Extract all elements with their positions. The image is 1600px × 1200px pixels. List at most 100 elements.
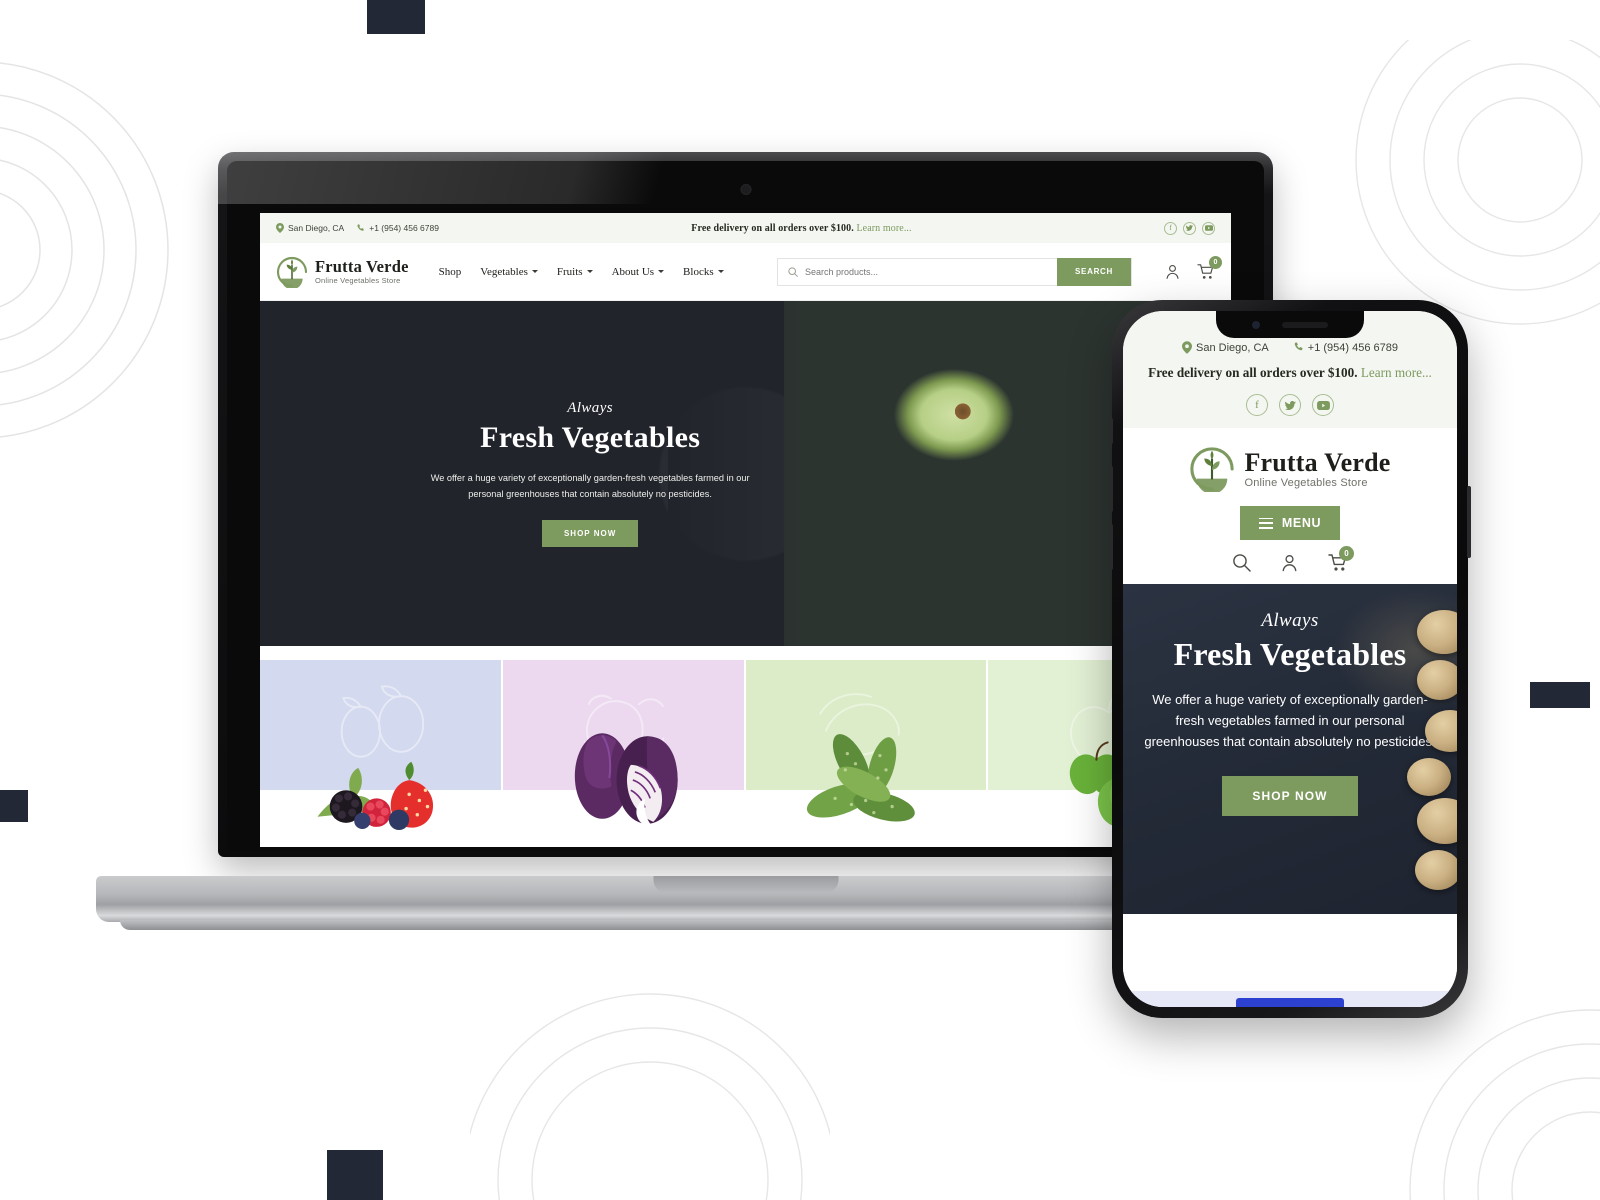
- hero-content: Always Fresh Vegetables We offer a huge …: [260, 301, 920, 646]
- mobile-icon-row: 0: [1232, 546, 1354, 572]
- youtube-icon[interactable]: [1202, 221, 1215, 235]
- mobile-promo-text: Free delivery on all orders over $100.: [1148, 365, 1358, 380]
- cart-count-badge: 0: [1339, 546, 1354, 562]
- facebook-icon[interactable]: f: [1246, 394, 1268, 417]
- nav-label: Fruits: [556, 265, 583, 278]
- phone-device-mockup: San Diego, CA +1 (954) 456 6789 Free del…: [1109, 300, 1471, 1018]
- location-item: San Diego, CA: [276, 223, 344, 233]
- decorative-square-left: [0, 790, 28, 822]
- mobile-brand-logo[interactable]: Frutta Verde Online Vegetables Store: [1189, 446, 1391, 493]
- nav-item-vegetables[interactable]: Vegetables: [480, 266, 538, 278]
- category-card-berries[interactable]: [260, 660, 501, 835]
- nav-item-blocks[interactable]: Blocks: [683, 266, 724, 278]
- brand-name: Frutta Verde: [315, 257, 409, 277]
- category-card-cucumbers[interactable]: [745, 660, 987, 835]
- home-indicator: [1123, 991, 1457, 1007]
- category-card-red-cabbage[interactable]: [502, 660, 744, 835]
- search-bar: SEARCH: [777, 257, 1132, 286]
- facebook-icon[interactable]: f: [1164, 221, 1177, 235]
- promo-learn-more-link[interactable]: Learn more...: [856, 223, 911, 234]
- hero-lead: We offer a huge variety of exceptionally…: [430, 473, 750, 499]
- mobile-location-text: San Diego, CA: [1196, 341, 1269, 354]
- hero-shop-now-button[interactable]: SHOP NOW: [541, 519, 639, 547]
- phone-text: +1 (954) 456 6789: [369, 223, 439, 233]
- twitter-icon[interactable]: [1279, 394, 1301, 417]
- potato-image: [1415, 850, 1457, 891]
- search-icon[interactable]: [1232, 553, 1251, 572]
- phone-icon: [356, 223, 365, 233]
- laptop-screen-viewport: San Diego, CA +1 (954) 456 6789 Free del…: [260, 213, 1231, 847]
- chevron-down-icon: [717, 270, 724, 273]
- cart-count-badge: 0: [1209, 256, 1222, 269]
- location-pin-icon: [276, 223, 284, 233]
- search-input[interactable]: [805, 266, 1058, 277]
- mobile-brand-row: Frutta Verde Online Vegetables Store MEN…: [1123, 428, 1457, 585]
- mobile-social-links: f: [1137, 394, 1443, 417]
- hamburger-icon: [1258, 517, 1273, 529]
- chevron-down-icon: [586, 270, 593, 273]
- nav-label: Blocks: [683, 265, 714, 278]
- hero-eyebrow: Always: [567, 400, 613, 417]
- cucumbers-image: [807, 734, 915, 822]
- earpiece-speaker: [1282, 321, 1328, 328]
- category-strip: [260, 646, 1231, 835]
- twitter-icon[interactable]: [1183, 221, 1196, 235]
- promo-banner: Free delivery on all orders over $100. L…: [439, 223, 1164, 234]
- mobile-hero-eyebrow: Always: [1261, 610, 1319, 632]
- mobile-hero-lead: We offer a huge variety of exceptionally…: [1144, 692, 1436, 750]
- potato-image: [1417, 798, 1457, 845]
- main-menu: Shop Vegetables Fruits About Us Blocks: [439, 266, 724, 278]
- chevron-down-icon: [658, 270, 665, 273]
- leaf-logo-icon: [1190, 447, 1235, 493]
- cart-icon[interactable]: 0: [1197, 256, 1222, 280]
- mobile-phone-item[interactable]: +1 (954) 456 6789: [1293, 341, 1398, 354]
- decorative-square-top: [367, 0, 425, 34]
- decorative-square-bottom: [327, 1150, 383, 1200]
- mobile-phone-text: +1 (954) 456 6789: [1307, 341, 1398, 354]
- webcam-icon: [740, 184, 751, 195]
- hero-title: Fresh Vegetables: [480, 421, 701, 455]
- phone-icon: [1293, 342, 1304, 353]
- youtube-icon[interactable]: [1312, 394, 1334, 417]
- search-icon: [788, 266, 798, 277]
- nav-label: Shop: [438, 265, 462, 278]
- decorative-square-right: [1530, 682, 1590, 708]
- nav-item-shop[interactable]: Shop: [439, 266, 462, 278]
- location-pin-icon: [1182, 341, 1192, 354]
- mobile-promo-learn-more-link[interactable]: Learn more...: [1361, 365, 1432, 380]
- search-button[interactable]: SEARCH: [1057, 257, 1131, 286]
- phone-silent-switch[interactable]: [1109, 418, 1113, 444]
- mobile-hero-title: Fresh Vegetables: [1173, 636, 1407, 673]
- location-text: San Diego, CA: [288, 223, 345, 233]
- phone-volume-up-button[interactable]: [1109, 466, 1113, 512]
- front-camera-icon: [1252, 320, 1260, 329]
- nav-label: About Us: [611, 265, 655, 278]
- nav-item-fruits[interactable]: Fruits: [557, 266, 593, 278]
- brand-tagline: Online Vegetables Store: [315, 275, 401, 285]
- social-links: f: [1164, 221, 1215, 235]
- mockup-stage: San Diego, CA +1 (954) 456 6789 Free del…: [0, 0, 1600, 1200]
- phone-item[interactable]: +1 (954) 456 6789: [356, 223, 439, 233]
- mobile-brand-tagline: Online Vegetables Store: [1244, 476, 1368, 489]
- phone-volume-down-button[interactable]: [1109, 524, 1113, 570]
- decorative-rings-topleft: [0, 62, 169, 438]
- mobile-menu-button[interactable]: MENU: [1240, 506, 1340, 541]
- phone-power-button[interactable]: [1467, 486, 1471, 558]
- cart-icon[interactable]: 0: [1328, 546, 1354, 572]
- desktop-navbar: Frutta Verde Online Vegetables Store Sho…: [260, 243, 1231, 301]
- desktop-hero-section: Always Fresh Vegetables We offer a huge …: [260, 301, 1231, 646]
- nav-label: Vegetables: [480, 265, 528, 278]
- leaf-logo-icon: [276, 256, 308, 288]
- nav-item-about-us[interactable]: About Us: [611, 265, 665, 278]
- mobile-hero-shop-now-button[interactable]: SHOP NOW: [1222, 776, 1358, 817]
- red-cabbage-image: [575, 733, 679, 826]
- desktop-topbar: San Diego, CA +1 (954) 456 6789 Free del…: [260, 213, 1231, 243]
- mobile-promo-banner: Free delivery on all orders over $100. L…: [1137, 362, 1443, 383]
- account-icon[interactable]: [1164, 263, 1181, 280]
- potato-image: [1407, 758, 1451, 797]
- promo-text: Free delivery on all orders over $100.: [691, 222, 854, 234]
- brand-logo[interactable]: Frutta Verde Online Vegetables Store: [276, 256, 409, 288]
- account-icon[interactable]: [1280, 553, 1299, 572]
- phone-screen-viewport: San Diego, CA +1 (954) 456 6789 Free del…: [1123, 311, 1457, 1007]
- mobile-brand-name: Frutta Verde: [1244, 448, 1391, 478]
